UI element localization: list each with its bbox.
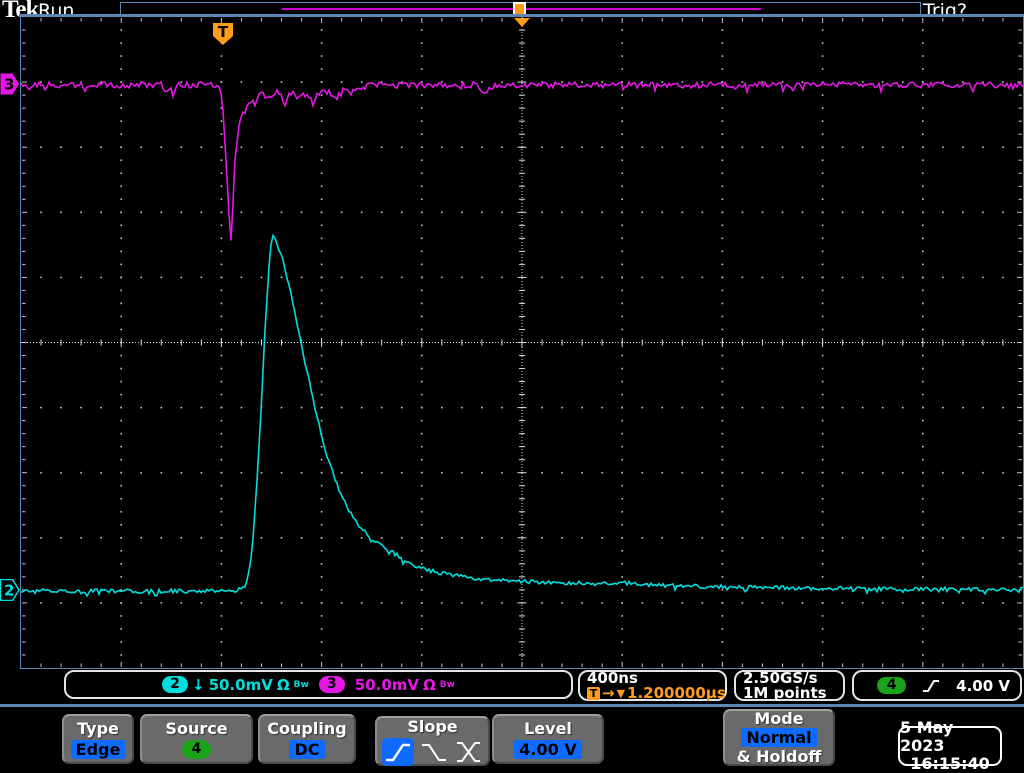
type-button[interactable]: Type Edge	[62, 714, 134, 764]
delay-value: 1.200000µs	[627, 683, 726, 702]
slope-falling-icon[interactable]	[420, 740, 448, 764]
ch3-badge: 3	[318, 676, 345, 693]
ch3-ohm: Ω	[423, 675, 436, 694]
ch2-ground-marker: 2	[0, 579, 20, 601]
trigger-readout: 4 4.00 V	[852, 670, 1022, 701]
mode-value: Normal	[741, 728, 817, 747]
level-label: Level	[524, 719, 572, 738]
slope-rising-option[interactable]	[381, 737, 414, 766]
ch2-readout: 2 ↓ 50.0mV Ω Bw	[162, 676, 309, 694]
ch2-badge: 2	[162, 676, 188, 693]
acquisition-readout: 2.50GS/s 1M points	[734, 670, 845, 701]
level-button[interactable]: Level 4.00 V	[492, 714, 604, 764]
graticule-svg: T	[20, 17, 1024, 668]
record-length: 1M points	[743, 683, 827, 702]
trigger-level-value: 4.00 V	[956, 676, 1010, 695]
level-value: 4.00 V	[514, 740, 582, 759]
coupling-value: DC	[289, 740, 325, 759]
slope-label: Slope	[407, 716, 458, 736]
ch2-bw-limit: Bw	[293, 679, 309, 690]
mode-button[interactable]: Mode Normal & Holdoff	[723, 709, 835, 766]
trigger-delay-readout: T → ▼ 1.200000µs	[587, 683, 726, 702]
slope-options	[381, 737, 484, 766]
slope-button[interactable]: Slope	[375, 716, 490, 766]
ch2-scale: 50.0mV	[208, 675, 273, 694]
trigger-source-badge: 4	[877, 677, 907, 694]
rising-edge-icon	[923, 680, 940, 692]
ch2-marker-label: 2	[4, 582, 14, 600]
channel-readouts: 2 ↓ 50.0mV Ω Bw 3 50.0mV Ω Bw	[64, 670, 573, 699]
ch3-bw-limit: Bw	[439, 679, 455, 690]
trace-ch2	[20, 233, 1024, 598]
coupling-button[interactable]: Coupling DC	[258, 714, 356, 764]
ch3-marker-label: 3	[4, 76, 14, 94]
source-value-badge: 4	[182, 740, 211, 759]
timebase-readout: 400ns T → ▼ 1.200000µs	[578, 670, 727, 701]
ch3-ground-marker: 3	[0, 73, 19, 95]
expansion-point-marker[interactable]	[514, 18, 530, 27]
ch2-invert-icon: ↓	[192, 675, 205, 694]
expansion-triangle-icon: ▼	[616, 686, 626, 700]
slope-either-icon[interactable]	[454, 740, 484, 764]
date-text: 5 May 2023	[900, 718, 954, 755]
source-label: Source	[165, 719, 228, 738]
waveform-display: T	[20, 16, 1024, 669]
ch2-ohm: Ω	[276, 675, 290, 694]
trigger-t-marker-label: T	[218, 23, 229, 41]
time-text: 16:15:40	[910, 754, 990, 773]
trigger-t-icon: T	[587, 686, 600, 700]
type-label: Type	[77, 719, 119, 738]
slope-rising-icon	[385, 743, 410, 761]
mode-value2: & Holdoff	[736, 747, 822, 766]
arrow-icon: →	[602, 683, 615, 702]
datetime-display: 5 May 2023 16:15:40	[898, 719, 1002, 773]
coupling-label: Coupling	[267, 719, 347, 738]
mode-label: Mode	[754, 709, 804, 728]
ch3-scale: 50.0mV	[354, 675, 420, 694]
ch3-readout: 3 50.0mV Ω Bw	[318, 675, 455, 694]
type-value: Edge	[70, 740, 126, 759]
source-button[interactable]: Source 4	[140, 714, 253, 764]
bottom-divider	[0, 704, 1024, 707]
